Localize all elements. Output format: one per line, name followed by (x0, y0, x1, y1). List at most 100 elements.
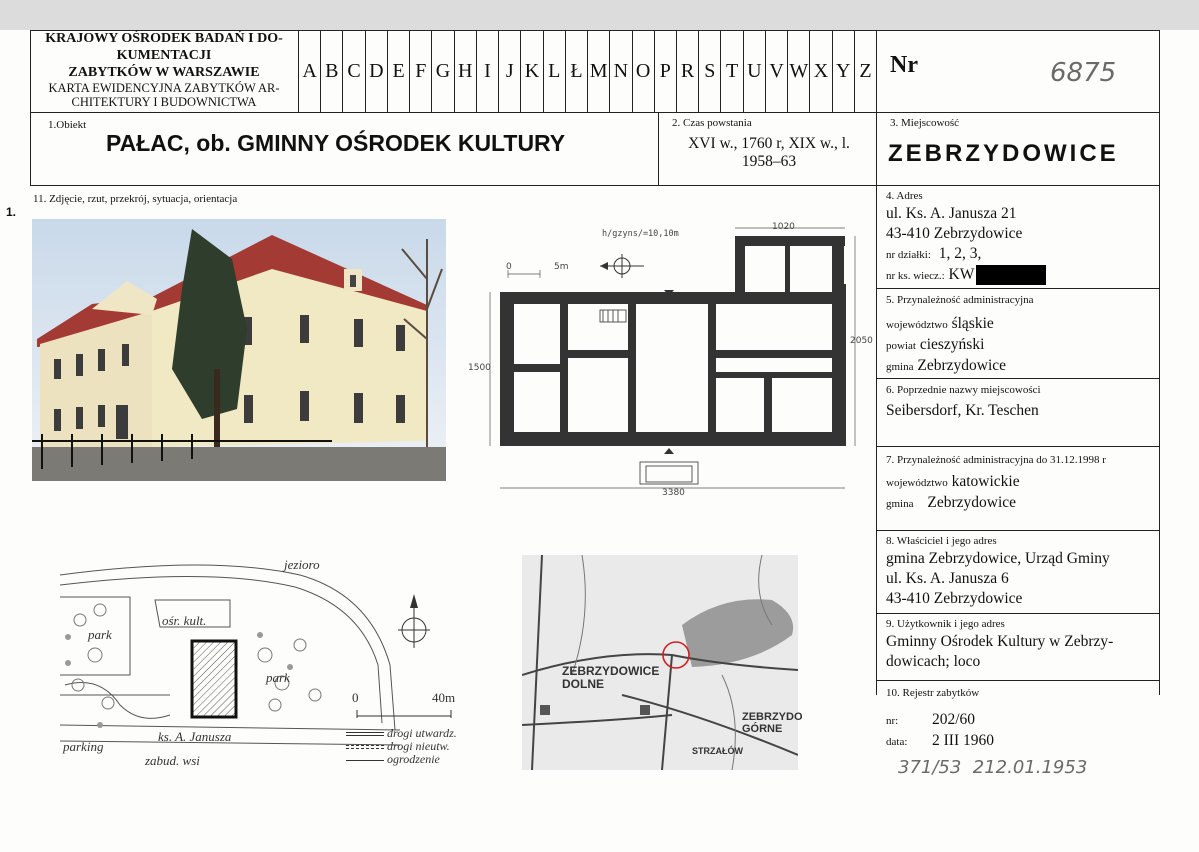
admin-voiv-value: śląskie (951, 315, 994, 332)
admin-county-row: powiat cieszyński (886, 335, 1006, 356)
photos-label: 11. Zdjęcie, rzut, przekrój, sytuacja, o… (33, 193, 238, 205)
legend-fence-label: ogrodzenie (387, 752, 440, 766)
map-label-strzalow: STRZAŁÓW (692, 746, 743, 756)
admin-county-label: powiat (886, 340, 916, 352)
admin1998-voiv-value: katowickie (951, 473, 1020, 490)
location-map-drawing (522, 555, 798, 770)
site-legend: drogi utwardz. drogi nieutw. ogrodzenie (346, 727, 457, 766)
index-letter: D (364, 30, 387, 112)
register-handwritten: 371/53 212.01.1953 (898, 757, 1088, 778)
owner-line1: gmina Zebrzydowice, Urząd Gminy (886, 550, 1110, 567)
register-date-value: 2 III 1960 (932, 732, 994, 749)
admin-voiv-row: województwo śląskie (886, 314, 1006, 335)
height-note: h/gzyns/=10,10m (602, 229, 679, 239)
plot-label: nr działki: (886, 249, 931, 261)
object-label: 1.Obiekt (48, 119, 87, 131)
map-label-dolne: ZEBRZYDOWICE DOLNE (562, 665, 659, 691)
plan-scale-zero: 0 (506, 262, 512, 272)
index-letter: J (498, 30, 520, 112)
register-nr-row: nr: 202/60 (886, 710, 994, 731)
site-park1-label: park (88, 627, 112, 642)
right-sep-5 (876, 288, 1160, 289)
site-culture-label: ośr. kult. (162, 613, 207, 628)
card-title-line1: KARTA EWIDENCYJNA ZABYTKÓW AR- (48, 81, 280, 95)
period-value-line1: XVI w., 1760 r, XIX w., l. (688, 135, 850, 152)
user-label: 9. Użytkownik i jego adres (886, 618, 1005, 630)
former-names-label: 6. Poprzednie nazwy miejscowości (886, 384, 1041, 396)
owner-block: gmina Zebrzydowice, Urząd Gminy ul. Ks. … (886, 549, 1110, 609)
index-letter: H (453, 30, 476, 112)
register-nr-value: 202/60 (932, 711, 976, 728)
period-value: XVI w., 1760 r, XIX w., l. 1958–63 (664, 135, 874, 171)
locality-label: 3. Miejscowość (890, 117, 960, 129)
admin-label: 5. Przynależność administracyjna (886, 294, 1034, 306)
site-scale-bar (355, 705, 455, 718)
index-letter: N (609, 30, 631, 112)
index-letter: R (675, 30, 698, 112)
index-letter: I (475, 30, 498, 112)
admin-commune-value: Zebrzydowice (917, 357, 1007, 374)
institution-header: KRAJOWY OŚRODEK BADAŃ I DO- KUMENTACJI Z… (30, 30, 298, 109)
index-letter: Y (831, 30, 854, 112)
legend-fence: ogrodzenie (346, 753, 457, 766)
dim-bottom: 3380 (662, 488, 685, 498)
index-letter: U (742, 30, 765, 112)
admin1998-commune-value: Zebrzydowice (927, 494, 1017, 511)
floor-plan (460, 222, 870, 497)
legend-unpaved-label: drogi nieutw. (387, 739, 450, 753)
address-line2: 43-410 Zebrzydowice (886, 225, 1023, 242)
index-letter: C (342, 30, 364, 112)
period-label: 2. Czas powstania (672, 117, 752, 129)
floor-plan-drawing (489, 227, 856, 489)
admin1998-label: 7. Przynależność administracyjna do 31.1… (886, 454, 1106, 466)
address-label: 4. Adres (886, 190, 923, 202)
index-letter: L (542, 30, 565, 112)
index-letter: V (764, 30, 787, 112)
index-letter: W (787, 30, 809, 112)
index-letter: O (631, 30, 654, 112)
former-names-value: Seibersdorf, Kr. Teschen (886, 402, 1039, 419)
palace-photo (32, 219, 446, 481)
index-letter: F (409, 30, 431, 112)
card-number: 6875 (1050, 58, 1117, 88)
register-block: nr: 202/60 data: 2 III 1960 (886, 710, 994, 752)
dim-right: 2050 (850, 336, 873, 346)
index-letter: M (587, 30, 609, 112)
plot-row: nr działki: 1, 2, 3, (886, 244, 1046, 265)
plot-value: 1, 2, 3, (938, 245, 982, 262)
institution-line3: ZABYTKÓW W WARSZAWIE (68, 65, 260, 80)
object-name: PAŁAC, ob. GMINNY OŚRODEK KULTURY (106, 130, 566, 156)
index-letter: G (431, 30, 453, 112)
locality-left (876, 112, 877, 185)
plan-scale-end: 5m (554, 262, 569, 272)
institution-line1: KRAJOWY OŚRODEK BADAŃ I DO- (45, 31, 283, 46)
index-letter: S (698, 30, 720, 112)
redaction-box (976, 265, 1047, 286)
map-label-dolne-line2: DOLNE (562, 677, 604, 691)
register-label: 10. Rejestr zabytków (886, 687, 980, 699)
dim-top: 1020 (772, 222, 795, 232)
period-left (658, 112, 659, 185)
palace-photo-drawing (32, 219, 446, 481)
site-street-label: ks. A. Janusza (158, 729, 232, 744)
site-village-label: zabud. wsi (145, 753, 200, 768)
row1-bottom (30, 112, 1160, 113)
right-sep-10 (876, 680, 1160, 681)
owner-line3: 43-410 Zebrzydowice (886, 590, 1023, 607)
frame-right (1159, 30, 1160, 695)
user-line1: Gminny Ośrodek Kultury w Zebrzy- (886, 633, 1114, 650)
index-letter: B (320, 30, 342, 112)
index-letter: X (809, 30, 831, 112)
register-date-label: data: (886, 736, 908, 748)
map-label-gorne-line2: GÓRNE (742, 723, 783, 735)
kw-row: nr ks. wiecz.: KW (886, 265, 1047, 286)
index-letter: Z (853, 30, 876, 112)
locality-value: ZEBRZYDOWICE (888, 140, 1119, 167)
row2-bottom (30, 185, 1160, 186)
map-label-gorne: ZEBRZYDO GÓRNE (742, 711, 803, 735)
right-sep-8 (876, 530, 1160, 531)
north-arrow-icon (396, 592, 432, 657)
index-letter: P (653, 30, 676, 112)
admin1998-block: województwo katowickie gmina Zebrzydowic… (886, 472, 1020, 514)
index-letter: E (386, 30, 409, 112)
